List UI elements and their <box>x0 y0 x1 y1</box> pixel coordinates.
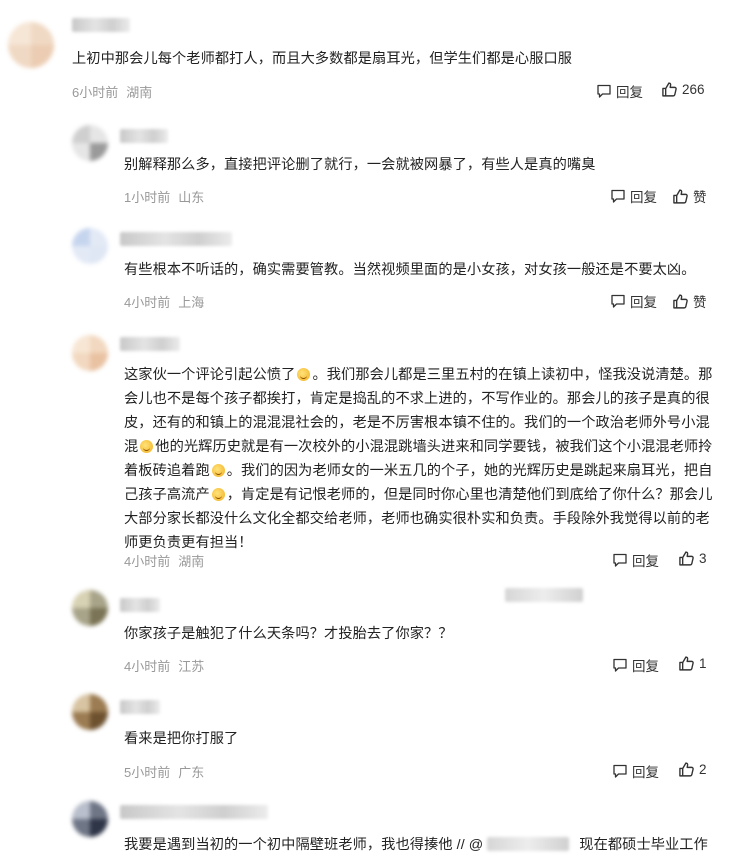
avatar[interactable] <box>72 125 108 161</box>
reply-label: 回复 <box>630 295 657 310</box>
laughing-emoji-icon <box>211 488 225 501</box>
laughing-emoji-icon <box>211 464 225 477</box>
like-count: 赞 <box>693 190 707 205</box>
comment-text-part: 我要是遇到当初的一个初中隔壁班老师，我也得揍他 // @ <box>124 837 484 853</box>
comment-bubble-icon <box>613 553 627 567</box>
laughing-emoji-icon <box>140 440 154 453</box>
thumbs-up-icon <box>673 188 688 204</box>
laughing-emoji-icon <box>297 368 311 381</box>
like-button[interactable]: 赞 <box>672 291 707 311</box>
thumbs-up-icon <box>673 293 688 309</box>
username[interactable] <box>120 129 168 143</box>
username[interactable] <box>120 700 160 714</box>
username[interactable] <box>120 337 180 351</box>
like-count: 赞 <box>693 295 707 310</box>
comment-text: 看来是把你打服了 <box>124 731 239 747</box>
reply-button[interactable]: 回复 <box>612 550 659 570</box>
like-count: 1 <box>699 656 707 671</box>
reply-target-tag[interactable] <box>505 588 583 602</box>
username[interactable] <box>72 18 130 32</box>
like-button[interactable]: 2 <box>678 761 707 778</box>
reply-label: 回复 <box>632 765 659 780</box>
comment-time: 4小时前 <box>124 554 171 569</box>
comment-text-part: 现在都硕士毕业工作 <box>579 837 708 853</box>
comment-bubble-icon <box>613 764 627 778</box>
like-count: 2 <box>699 762 707 777</box>
like-button[interactable]: 266 <box>661 81 705 98</box>
username[interactable] <box>120 232 232 246</box>
comment-time: 4小时前 <box>124 659 171 674</box>
comment-location: 山东 <box>178 190 205 205</box>
comment-text: 有些根本不听话的，确实需要管教。当然视频里面的是小女孩，对女孩一般还是不要太凶。 <box>124 262 696 278</box>
like-count: 3 <box>699 551 707 566</box>
comment-time: 6小时前 <box>72 85 119 100</box>
comment-time: 4小时前 <box>124 295 171 310</box>
comment-bubble-icon <box>611 294 625 308</box>
comment-time: 5小时前 <box>124 765 171 780</box>
reply-label: 回复 <box>616 85 643 100</box>
like-button[interactable]: 赞 <box>672 186 707 206</box>
comment-meta: 4小时前 江苏 <box>124 656 204 675</box>
comment-item: 上初中那会儿每个老师都打人，而且大多数都是扇耳光，但学生们都是心服口服 6小时前… <box>0 0 729 110</box>
username[interactable] <box>120 598 160 612</box>
like-button[interactable]: 3 <box>678 550 707 567</box>
comment-meta: 1小时前 山东 <box>124 187 204 206</box>
username[interactable] <box>120 805 268 819</box>
comment-text: 上初中那会儿每个老师都打人，而且大多数都是扇耳光，但学生们都是心服口服 <box>72 51 573 67</box>
comment-bubble-icon <box>613 658 627 672</box>
avatar[interactable] <box>72 694 108 730</box>
like-button[interactable]: 1 <box>678 655 707 672</box>
comment-text: 你家孩子是触犯了什么天条吗？才投胎去了你家？？ <box>124 626 453 642</box>
comment-text: 我要是遇到当初的一个初中隔壁班老师，我也得揍他 // @ 现在都硕士毕业工作 <box>124 833 724 857</box>
comment-bubble-icon <box>611 189 625 203</box>
reply-button[interactable]: 回复 <box>610 186 657 206</box>
thumbs-up-icon <box>662 82 677 97</box>
comment-time: 1小时前 <box>124 190 171 205</box>
reply-label: 回复 <box>630 190 657 205</box>
avatar[interactable] <box>72 801 108 837</box>
comment-meta: 6小时前 湖南 <box>72 82 152 101</box>
thumbs-up-icon <box>679 656 694 671</box>
comment-meta: 4小时前 上海 <box>124 292 204 311</box>
comment-location: 江苏 <box>178 659 205 674</box>
thumbs-up-icon <box>679 551 694 566</box>
comment-text-part: 这家伙一个评论引起公愤了 <box>124 367 296 383</box>
reply-label: 回复 <box>632 554 659 569</box>
reply-button[interactable]: 回复 <box>612 761 659 781</box>
reply-item: 有些根本不听话的，确实需要管教。当然视频里面的是小女孩，对女孩一般还是不要太凶。… <box>0 220 729 325</box>
comment-location: 湖南 <box>126 85 153 100</box>
reply-button[interactable]: 回复 <box>612 655 659 675</box>
reply-label: 回复 <box>632 659 659 674</box>
reply-button[interactable]: 回复 <box>596 81 643 101</box>
avatar[interactable] <box>72 228 108 264</box>
comment-meta: 5小时前 广东 <box>124 762 204 781</box>
avatar[interactable] <box>72 335 108 371</box>
thumbs-up-icon <box>679 762 694 777</box>
reply-item: 这家伙一个评论引起公愤了 。我们那会儿都是三里五村的在镇上读初中，怪我没说清楚。那… <box>0 325 729 580</box>
comment-text: 这家伙一个评论引起公愤了 。我们那会儿都是三里五村的在镇上读初中，怪我没说清楚。那… <box>124 363 714 555</box>
reply-item: 我要是遇到当初的一个初中隔壁班老师，我也得揍他 // @ 现在都硕士毕业工作 <box>0 795 729 857</box>
comment-location: 湖南 <box>178 554 205 569</box>
avatar[interactable] <box>72 590 108 626</box>
reply-item: 别解释那么多，直接把评论删了就行，一会就被网暴了，有些人是真的嘴臭 1小时前 山东… <box>0 115 729 220</box>
reply-item: 看来是把你打服了 5小时前 广东 回复 2 <box>0 690 729 795</box>
comment-meta: 4小时前 湖南 <box>124 551 204 570</box>
comment-location: 上海 <box>178 295 205 310</box>
comment-location: 广东 <box>178 765 205 780</box>
mentioned-user[interactable] <box>487 837 570 851</box>
reply-button[interactable]: 回复 <box>610 291 657 311</box>
reply-item: 你家孩子是触犯了什么天条吗？才投胎去了你家？？ 4小时前 江苏 回复 1 <box>0 580 729 685</box>
comment-text: 别解释那么多，直接把评论删了就行，一会就被网暴了，有些人是真的嘴臭 <box>124 157 596 173</box>
like-count: 266 <box>682 82 705 97</box>
comment-bubble-icon <box>597 84 611 98</box>
avatar[interactable] <box>8 22 54 68</box>
